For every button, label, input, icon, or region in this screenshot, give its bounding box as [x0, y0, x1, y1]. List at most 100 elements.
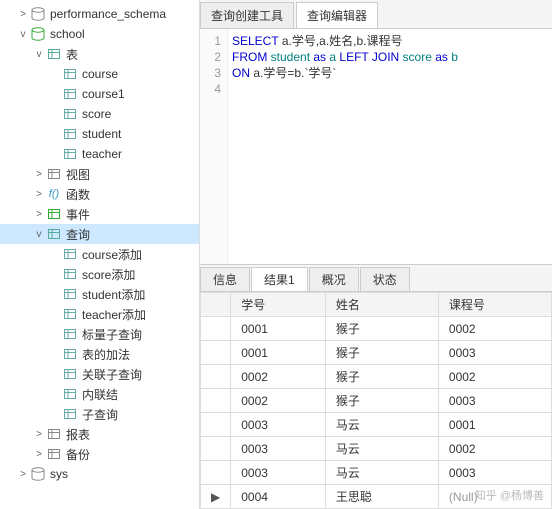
database-tree[interactable]: >performance_schemavschoolv表coursecourse… [0, 0, 200, 509]
expander-icon[interactable]: v [32, 229, 46, 240]
cell[interactable]: 0004 [231, 485, 326, 509]
folder-functions[interactable]: >f()函数 [0, 184, 199, 204]
cell[interactable]: 猴子 [325, 341, 438, 365]
results-tabbar: 信息结果1概况状态 [200, 265, 552, 292]
cell[interactable]: 0001 [231, 341, 326, 365]
db-green-icon [30, 26, 46, 42]
table-icon [62, 86, 78, 102]
expander-icon[interactable]: > [16, 9, 30, 20]
sql-icon [62, 346, 78, 362]
code-line[interactable]: SELECT a.学号,a.姓名,b.课程号 [232, 33, 458, 49]
expander-icon[interactable]: v [16, 29, 30, 40]
cell[interactable]: 0002 [231, 365, 326, 389]
folder-table-icon [46, 46, 62, 62]
cell[interactable]: 0002 [438, 365, 551, 389]
cell[interactable]: 0001 [438, 413, 551, 437]
row-pointer [201, 389, 231, 413]
query-table-add[interactable]: 表的加法 [0, 344, 199, 364]
folder-views[interactable]: > 视图 [0, 164, 199, 184]
table-course[interactable]: course [0, 64, 199, 84]
cell[interactable]: 0003 [231, 461, 326, 485]
table-row[interactable]: 0002猴子0003 [201, 389, 552, 413]
expander-icon[interactable]: > [32, 429, 46, 440]
cell[interactable]: 马云 [325, 413, 438, 437]
result-tab[interactable]: 结果1 [251, 267, 308, 291]
db-performance-schema[interactable]: >performance_schema [0, 4, 199, 24]
table-row[interactable]: 0003马云0002 [201, 437, 552, 461]
cell[interactable]: 猴子 [325, 389, 438, 413]
sql-editor[interactable]: 1234 SELECT a.学号,a.姓名,b.课程号FROM student … [200, 29, 552, 264]
cell[interactable]: 0003 [438, 389, 551, 413]
expander-icon[interactable]: v [32, 49, 46, 60]
query-course-add[interactable]: course添加 [0, 244, 199, 264]
cell[interactable]: 0003 [231, 437, 326, 461]
table-row[interactable]: 0002猴子0002 [201, 365, 552, 389]
table-row[interactable]: 0001猴子0003 [201, 341, 552, 365]
result-tab[interactable]: 信息 [200, 267, 250, 291]
db-sys[interactable]: >sys [0, 464, 199, 484]
folder-queries[interactable]: v查询 [0, 224, 199, 244]
query-icon [46, 226, 62, 242]
expander-icon[interactable]: > [16, 469, 30, 480]
tree-label: 子查询 [82, 406, 118, 423]
result-tab[interactable]: 状态 [360, 267, 410, 291]
folder-tables[interactable]: v表 [0, 44, 199, 64]
tree-label: 备份 [66, 446, 90, 463]
cell[interactable]: 猴子 [325, 365, 438, 389]
query-teacher-add[interactable]: teacher添加 [0, 304, 199, 324]
cell[interactable]: 王思聪 [325, 485, 438, 509]
query-score-add[interactable]: score添加 [0, 264, 199, 284]
sql-icon [62, 406, 78, 422]
sql-code[interactable]: SELECT a.学号,a.姓名,b.课程号FROM student as a … [228, 29, 462, 264]
code-line[interactable]: FROM student as a LEFT JOIN score as b [232, 49, 458, 65]
table-row[interactable]: 0003马云0003 [201, 461, 552, 485]
cell[interactable]: 0001 [231, 317, 326, 341]
query-correlated-sub[interactable]: 关联子查询 [0, 364, 199, 384]
expander-icon[interactable]: > [32, 209, 46, 220]
editor-tab[interactable]: 查询创建工具 [200, 2, 294, 28]
code-line[interactable]: ON a.学号=b.`学号` [232, 65, 458, 81]
query-scalar-sub[interactable]: 标量子查询 [0, 324, 199, 344]
query-inner-join[interactable]: 内联结 [0, 384, 199, 404]
table-score[interactable]: score [0, 104, 199, 124]
query-student-add[interactable]: student添加 [0, 284, 199, 304]
folder-backup[interactable]: > 备份 [0, 444, 199, 464]
cell[interactable]: 0003 [438, 341, 551, 365]
folder-events[interactable]: >事件 [0, 204, 199, 224]
tree-label: 内联结 [82, 386, 118, 403]
cell[interactable]: 0003 [438, 461, 551, 485]
table-row[interactable]: 0001猴子0002 [201, 317, 552, 341]
expander-icon[interactable]: > [32, 449, 46, 460]
column-header[interactable]: 姓名 [325, 293, 438, 317]
cell[interactable]: 0002 [438, 317, 551, 341]
table-student[interactable]: student [0, 124, 199, 144]
cell[interactable]: 马云 [325, 461, 438, 485]
column-header[interactable]: 学号 [231, 293, 326, 317]
db-school[interactable]: vschool [0, 24, 199, 44]
results-grid[interactable]: 学号姓名课程号0001猴子00020001猴子00030002猴子0002000… [200, 292, 552, 509]
tree-label: 视图 [66, 166, 90, 183]
db-icon [30, 466, 46, 482]
editor-tab[interactable]: 查询编辑器 [296, 2, 378, 28]
cell[interactable]: 马云 [325, 437, 438, 461]
table-row[interactable]: 0003马云0001 [201, 413, 552, 437]
cell[interactable]: 0003 [231, 413, 326, 437]
cell[interactable]: 0002 [231, 389, 326, 413]
tree-label: 函数 [66, 186, 90, 203]
tree-label: 报表 [66, 426, 90, 443]
column-header[interactable]: 课程号 [438, 293, 551, 317]
query-subquery[interactable]: 子查询 [0, 404, 199, 424]
cell[interactable]: 猴子 [325, 317, 438, 341]
expander-icon[interactable]: > [32, 189, 46, 200]
table-teacher[interactable]: teacher [0, 144, 199, 164]
code-line[interactable] [232, 81, 458, 97]
watermark: 知乎 @杨博善 [475, 487, 544, 503]
expander-icon[interactable]: > [32, 169, 46, 180]
table-course1[interactable]: course1 [0, 84, 199, 104]
folder-reports[interactable]: > 报表 [0, 424, 199, 444]
result-tab[interactable]: 概况 [309, 267, 359, 291]
cell[interactable]: 0002 [438, 437, 551, 461]
main-panel: 查询创建工具查询编辑器 1234 SELECT a.学号,a.姓名,b.课程号F… [200, 0, 552, 509]
tree-label: student添加 [82, 286, 145, 303]
row-pointer [201, 317, 231, 341]
